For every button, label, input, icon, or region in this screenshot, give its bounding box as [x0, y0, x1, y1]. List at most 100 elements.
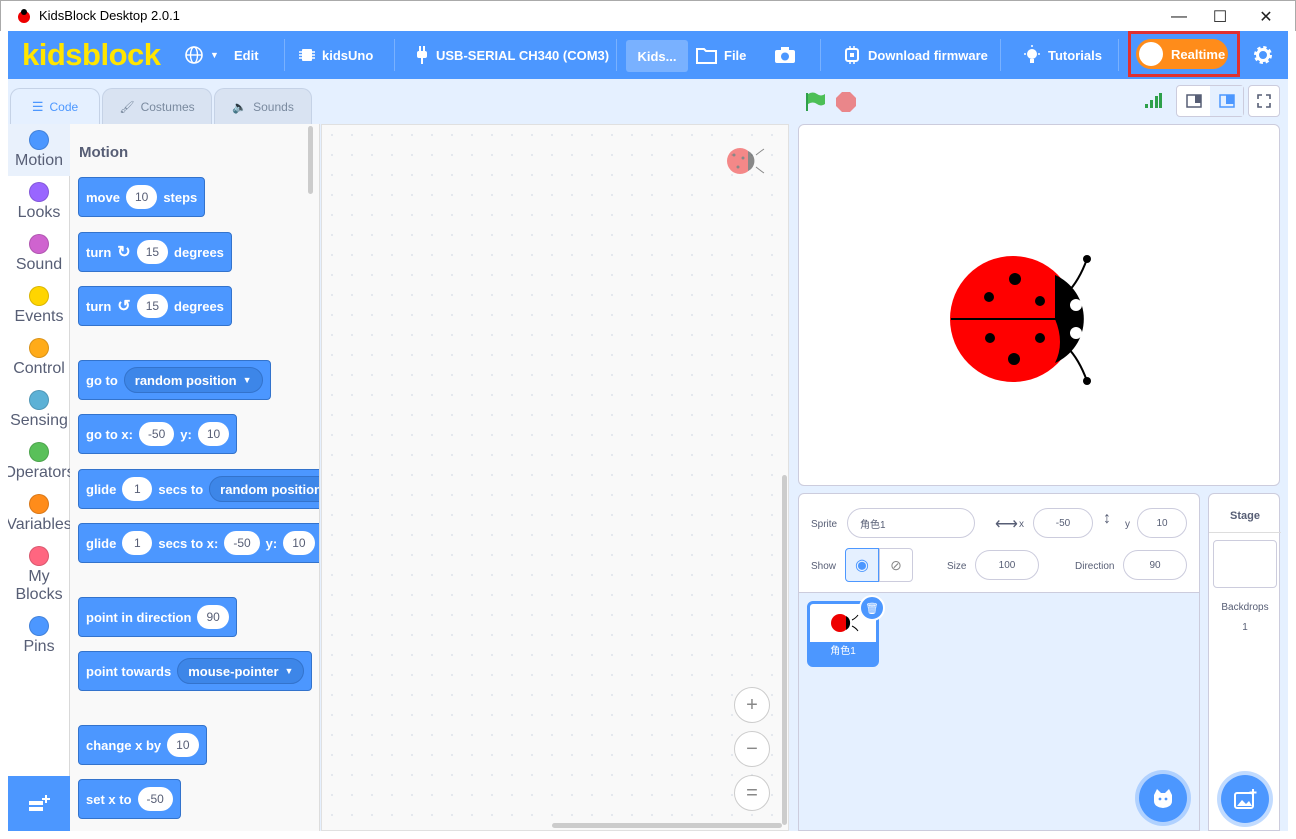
fullscreen-button[interactable]: [1248, 85, 1280, 117]
category-sound[interactable]: Sound: [8, 232, 70, 284]
category-looks[interactable]: Looks: [8, 180, 70, 232]
x-position-input[interactable]: -50: [1033, 508, 1093, 538]
ladybug-sprite[interactable]: [949, 255, 1139, 385]
large-stage-button[interactable]: [1210, 86, 1243, 116]
show-sprite-button[interactable]: ◉: [845, 548, 879, 582]
category-events[interactable]: Events: [8, 284, 70, 336]
hide-sprite-button[interactable]: ⊘: [879, 548, 913, 582]
category-motion[interactable]: Motion: [8, 128, 70, 180]
block-point-in-direction[interactable]: point in direction 90: [78, 597, 237, 637]
download-firmware-button[interactable]: Download firmware: [842, 31, 988, 79]
direction-input[interactable]: 90: [197, 605, 229, 629]
block-move-steps[interactable]: move 10 steps: [78, 177, 206, 217]
delete-sprite-button[interactable]: 🗑: [859, 595, 885, 621]
speaker-icon: 🔈: [232, 100, 248, 114]
secs-input[interactable]: 1: [122, 531, 153, 555]
degrees-input[interactable]: 15: [136, 240, 169, 264]
project-title-input[interactable]: Kids...: [626, 40, 688, 72]
sensing-color-dot: [29, 390, 49, 410]
stage-selector[interactable]: Stage Backdrops 1: [1208, 493, 1281, 831]
block-go-to-xy[interactable]: go to x: -50 y: 10: [78, 414, 238, 454]
maximize-button[interactable]: ☐: [1197, 1, 1243, 32]
direction-input[interactable]: 90: [1123, 550, 1187, 580]
stop-icon[interactable]: [835, 91, 857, 113]
fullscreen-icon: [1257, 94, 1271, 108]
block-turn-left[interactable]: turn ↺ 15 degrees: [78, 286, 232, 326]
category-pins[interactable]: Pins: [8, 614, 70, 666]
minimize-button[interactable]: —: [1156, 1, 1202, 32]
stage-size-toggle: [1176, 85, 1244, 117]
block-text: steps: [163, 189, 198, 205]
language-menu[interactable]: ▼: [184, 31, 219, 79]
block-text: turn: [86, 244, 112, 260]
add-sprite-button[interactable]: [1139, 774, 1187, 822]
zoom-out-button[interactable]: −: [734, 731, 770, 767]
lightbulb-icon: [1024, 45, 1040, 63]
y-input[interactable]: 10: [283, 531, 315, 555]
category-control[interactable]: Control: [8, 336, 70, 388]
close-button[interactable]: ✕: [1243, 1, 1289, 32]
file-menu[interactable]: File: [696, 31, 746, 79]
x-input[interactable]: -50: [224, 531, 260, 555]
tab-costumes[interactable]: 🖌 Costumes: [102, 88, 212, 125]
y-position-input[interactable]: 10: [1137, 508, 1187, 538]
zoom-in-button[interactable]: +: [734, 687, 770, 723]
block-glide-xy[interactable]: glide 1 secs to x: -50 y: 10: [78, 523, 319, 563]
add-backdrop-button[interactable]: [1221, 775, 1269, 823]
tab-code[interactable]: ☰ Code: [10, 88, 100, 125]
stage-title: Stage: [1230, 510, 1260, 522]
block-change-x[interactable]: change x by 10: [78, 725, 207, 765]
x-input[interactable]: -50: [138, 422, 175, 446]
sprite-name-input[interactable]: 角色1: [847, 508, 975, 538]
gear-icon: [1254, 46, 1272, 64]
green-flag-icon[interactable]: [804, 91, 826, 113]
realtime-toggle[interactable]: Realtime: [1136, 39, 1228, 69]
category-label: My Blocks: [15, 568, 63, 603]
size-input[interactable]: 100: [975, 550, 1039, 580]
steps-input[interactable]: 10: [125, 185, 158, 209]
palette-scrollbar[interactable]: [308, 126, 313, 194]
caret-down-icon: ▼: [242, 375, 252, 385]
degrees-input[interactable]: 15: [136, 294, 169, 318]
port-select[interactable]: USB-SERIAL CH340 (COM3): [414, 31, 609, 79]
set-x-input[interactable]: -50: [137, 787, 173, 811]
sprite-watermark: [727, 148, 765, 174]
horizontal-scrollbar[interactable]: [552, 823, 782, 828]
settings-button[interactable]: [1252, 31, 1274, 79]
stage-canvas[interactable]: [798, 124, 1280, 486]
category-label: Pins: [23, 638, 55, 655]
tab-sounds[interactable]: 🔈 Sounds: [214, 88, 312, 125]
block-point-towards[interactable]: point towards mouse-pointer ▼: [78, 651, 313, 691]
change-x-input[interactable]: 10: [167, 733, 199, 757]
tutorials-button[interactable]: Tutorials: [1022, 31, 1102, 79]
script-area[interactable]: + − =: [321, 124, 789, 831]
edit-menu[interactable]: Edit: [234, 31, 259, 79]
block-turn-right[interactable]: turn ↻ 15 degrees: [78, 232, 232, 272]
block-glide-to[interactable]: glide 1 secs to random position▼: [78, 469, 319, 509]
small-stage-button[interactable]: [1177, 86, 1210, 116]
zoom-reset-button[interactable]: =: [734, 775, 770, 811]
y-input[interactable]: 10: [197, 422, 230, 446]
category-operators[interactable]: Operators: [8, 440, 70, 492]
towards-dropdown[interactable]: mouse-pointer ▼: [177, 658, 305, 684]
glide-dropdown[interactable]: random position▼: [209, 476, 319, 502]
tutorials-label: Tutorials: [1048, 47, 1102, 63]
category-sensing[interactable]: Sensing: [8, 388, 70, 440]
code-icon: ☰: [31, 99, 44, 114]
vertical-scrollbar[interactable]: [782, 475, 787, 825]
category-label: Looks: [17, 204, 61, 221]
board-select[interactable]: kidsUno: [298, 31, 373, 79]
block-set-x[interactable]: set x to -50: [78, 779, 181, 819]
category-my-blocks[interactable]: My Blocks: [8, 544, 70, 614]
file-label: File: [724, 47, 747, 63]
screenshot-button[interactable]: [774, 31, 796, 79]
category-variables[interactable]: Variables: [8, 492, 70, 544]
sound-color-dot: [29, 234, 49, 254]
extensions-button[interactable]: [8, 776, 70, 831]
trash-icon: 🗑: [865, 602, 879, 615]
secs-input[interactable]: 1: [122, 477, 153, 501]
go-to-dropdown[interactable]: random position ▼: [123, 367, 263, 393]
block-go-to[interactable]: go to random position ▼: [78, 360, 271, 400]
zoom-out-icon: −: [746, 737, 758, 760]
kidsblock-logo[interactable]: kidsblock: [22, 31, 161, 79]
